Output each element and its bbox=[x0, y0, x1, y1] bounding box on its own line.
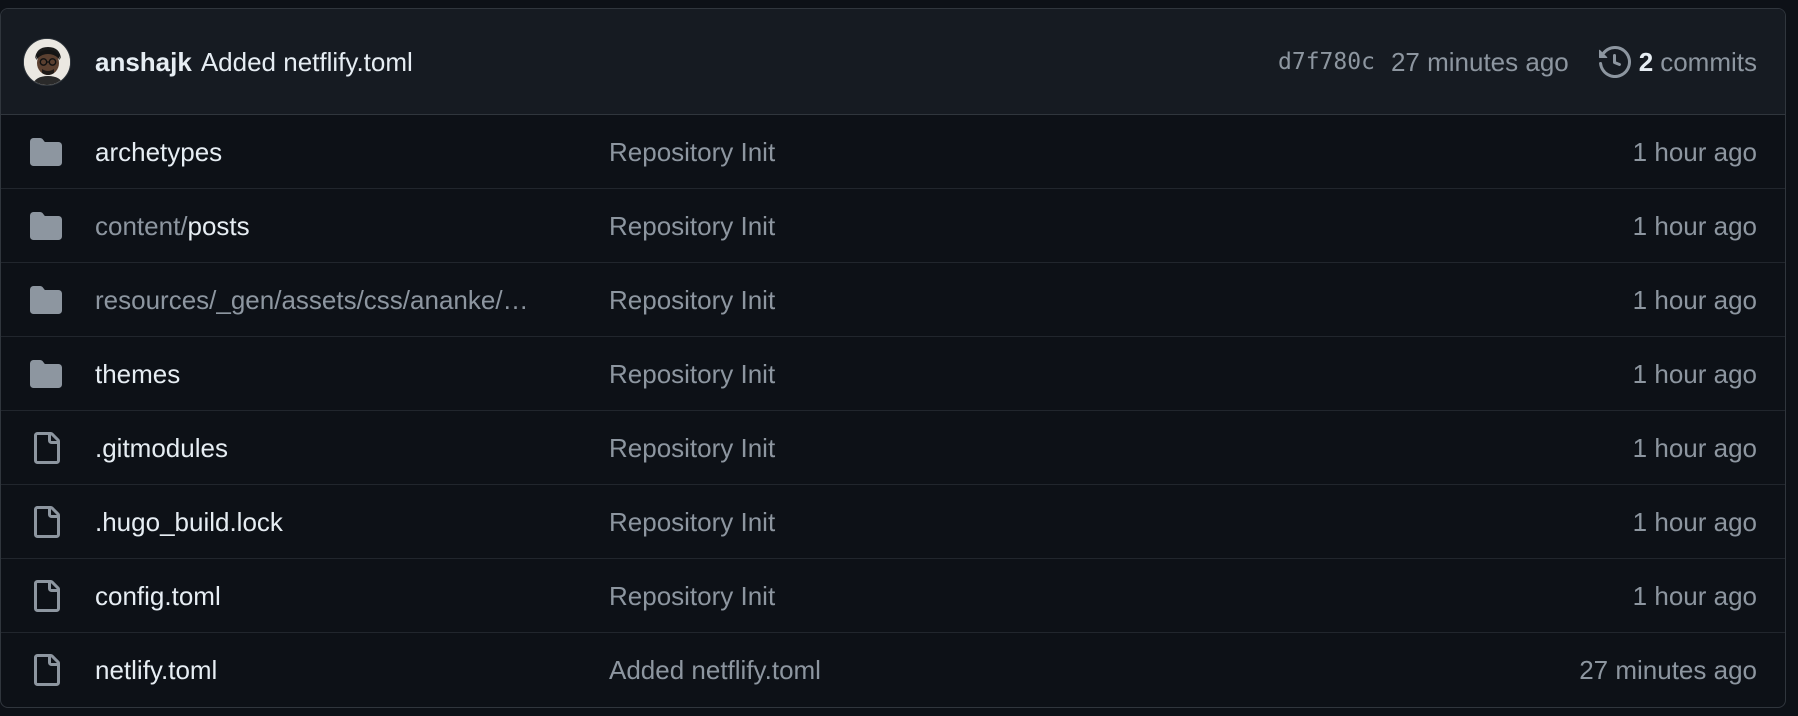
file-commit-time: 1 hour ago bbox=[1632, 581, 1757, 611]
file-commit-time: 1 hour ago bbox=[1632, 285, 1757, 315]
file-row[interactable]: content/posts Repository Init 1 hour ago bbox=[1, 189, 1785, 263]
folder-icon bbox=[29, 136, 63, 168]
file-name-text: archetypes bbox=[95, 137, 223, 167]
file-name-text: posts bbox=[187, 211, 250, 241]
file-icon bbox=[29, 580, 63, 612]
file-name-link[interactable]: archetypes bbox=[95, 115, 222, 189]
file-row[interactable]: .hugo_build.lock Repository Init 1 hour ag… bbox=[1, 485, 1785, 559]
file-commit-message-link[interactable]: Repository Init bbox=[609, 115, 775, 189]
file-icon bbox=[29, 432, 63, 464]
file-icon bbox=[29, 654, 63, 686]
folder-icon bbox=[29, 210, 63, 242]
file-name-text: .gitmodules bbox=[95, 433, 228, 463]
file-name-link[interactable]: .hugo_build.lock bbox=[95, 485, 283, 559]
file-commit-message-link[interactable]: Added netflify.toml bbox=[609, 633, 821, 707]
commit-time: 27 minutes ago bbox=[1390, 46, 1569, 77]
commit-author-link[interactable]: anshajk bbox=[95, 47, 192, 78]
commit-count: 2 bbox=[1638, 46, 1654, 77]
folder-icon bbox=[29, 284, 63, 316]
file-commit-time: 1 hour ago bbox=[1632, 137, 1757, 167]
file-name-link[interactable]: themes bbox=[95, 337, 180, 411]
avatar[interactable] bbox=[23, 38, 71, 86]
history-icon bbox=[1598, 46, 1631, 78]
file-commit-message-link[interactable]: Repository Init bbox=[609, 411, 775, 485]
commit-history-link[interactable]: 2 commits bbox=[1598, 46, 1757, 78]
file-row[interactable]: .gitmodules Repository Init 1 hour ago bbox=[1, 411, 1785, 485]
path-prefix: content/ bbox=[95, 211, 188, 241]
file-list: archetypes Repository Init 1 hour ago conte… bbox=[1, 115, 1785, 707]
commit-sha-link[interactable]: d7f780c bbox=[1278, 49, 1375, 75]
file-commit-time: 27 minutes ago bbox=[1579, 655, 1757, 685]
file-name-link[interactable]: netlify.toml bbox=[95, 633, 217, 707]
commit-message-link[interactable]: Added netflify.toml bbox=[201, 47, 413, 78]
latest-commit-bar: anshajk Added netflify.toml d7f780c 27 m… bbox=[1, 9, 1785, 115]
file-commit-time: 1 hour ago bbox=[1632, 359, 1757, 389]
file-commit-message-link[interactable]: Repository Init bbox=[609, 337, 775, 411]
file-name-text: netlify.toml bbox=[95, 655, 218, 685]
file-commit-time: 1 hour ago bbox=[1632, 507, 1757, 537]
file-name-link[interactable]: .gitmodules bbox=[95, 411, 228, 485]
commit-meta: d7f780c 27 minutes ago 2 commits bbox=[1278, 9, 1757, 115]
path-prefix: resources/_gen/assets/css/ananke/… bbox=[95, 285, 529, 315]
file-row[interactable]: themes Repository Init 1 hour ago bbox=[1, 337, 1785, 411]
file-commit-time: 1 hour ago bbox=[1632, 211, 1757, 241]
file-row[interactable]: netlify.toml Added netflify.toml 27 minute… bbox=[1, 633, 1785, 707]
file-row[interactable]: archetypes Repository Init 1 hour ago bbox=[1, 115, 1785, 189]
folder-icon bbox=[29, 358, 63, 390]
file-name-text: config.toml bbox=[95, 581, 221, 611]
file-name-link[interactable]: config.toml bbox=[95, 559, 221, 633]
file-browser: anshajk Added netflify.toml d7f780c 27 m… bbox=[0, 8, 1786, 708]
latest-commit-message: anshajk Added netflify.toml bbox=[95, 9, 413, 115]
file-commit-time: 1 hour ago bbox=[1632, 433, 1757, 463]
file-commit-message-link[interactable]: Repository Init bbox=[609, 189, 775, 263]
file-commit-message-link[interactable]: Repository Init bbox=[609, 263, 775, 337]
commit-count-label: commits bbox=[1660, 46, 1757, 77]
avatar-image bbox=[24, 39, 70, 85]
file-row[interactable]: resources/_gen/assets/css/ananke/… Reposi… bbox=[1, 263, 1785, 337]
file-name-text: themes bbox=[95, 359, 181, 389]
file-commit-message-link[interactable]: Repository Init bbox=[609, 485, 775, 559]
file-name-text: .hugo_build.lock bbox=[95, 507, 283, 537]
file-row[interactable]: config.toml Repository Init 1 hour ago bbox=[1, 559, 1785, 633]
file-icon bbox=[29, 506, 63, 538]
file-name-link[interactable]: resources/_gen/assets/css/ananke/… bbox=[95, 263, 529, 337]
file-commit-message-link[interactable]: Repository Init bbox=[609, 559, 775, 633]
file-name-link[interactable]: content/posts bbox=[95, 189, 250, 263]
